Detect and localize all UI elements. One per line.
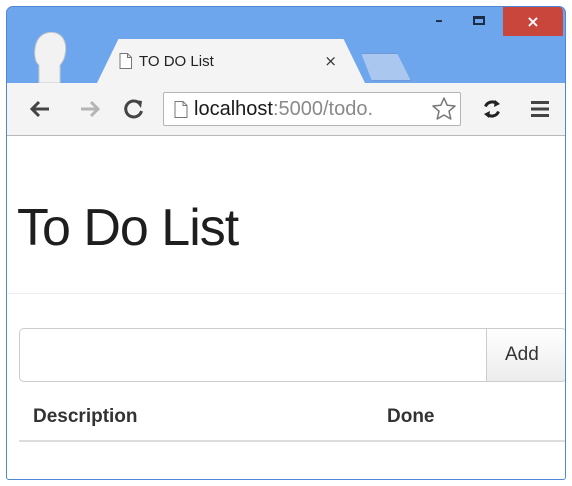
browser-window: – × TO DO List × localhost:5000/todo. To… <box>6 6 566 480</box>
url-text: localhost:5000/todo. <box>194 98 431 121</box>
browser-toolbar: localhost:5000/todo. <box>7 83 565 136</box>
forward-button[interactable] <box>75 94 105 124</box>
todo-input[interactable] <box>19 328 486 382</box>
url-path: :5000/todo. <box>272 97 374 120</box>
tab-close-button[interactable]: × <box>324 52 337 70</box>
table-header-row: Description Done <box>19 394 565 442</box>
profile-icon[interactable] <box>31 29 71 83</box>
tab-title: TO DO List <box>139 52 214 70</box>
reload-icon <box>124 99 143 119</box>
column-header-done: Done <box>387 394 565 442</box>
sync-button[interactable] <box>477 94 507 124</box>
todo-table: Description Done <box>19 394 565 442</box>
close-window-button[interactable]: × <box>503 7 563 36</box>
sync-icon <box>484 100 500 118</box>
page-title: To Do List <box>17 199 239 257</box>
menu-button[interactable] <box>525 94 555 124</box>
page-content: To Do List Add Description Done <box>7 136 565 479</box>
tab-todo[interactable]: TO DO List × <box>97 39 365 83</box>
add-button[interactable]: Add <box>486 328 565 382</box>
minimize-button[interactable]: – <box>419 7 459 33</box>
page-icon <box>119 53 132 69</box>
back-arrow-icon <box>29 100 49 118</box>
star-icon[interactable] <box>431 96 457 122</box>
maximize-icon <box>473 15 485 25</box>
address-bar[interactable]: localhost:5000/todo. <box>163 92 461 126</box>
add-todo-form: Add <box>19 328 565 382</box>
forward-arrow-icon <box>81 100 101 118</box>
menu-icon <box>531 101 549 117</box>
page-icon <box>174 100 188 118</box>
maximize-button[interactable] <box>459 7 499 33</box>
new-tab-button[interactable] <box>361 53 411 81</box>
reload-button[interactable] <box>119 94 149 124</box>
back-button[interactable] <box>25 94 55 124</box>
divider <box>7 293 565 294</box>
url-host: localhost <box>194 97 273 120</box>
column-header-description: Description <box>19 394 387 442</box>
